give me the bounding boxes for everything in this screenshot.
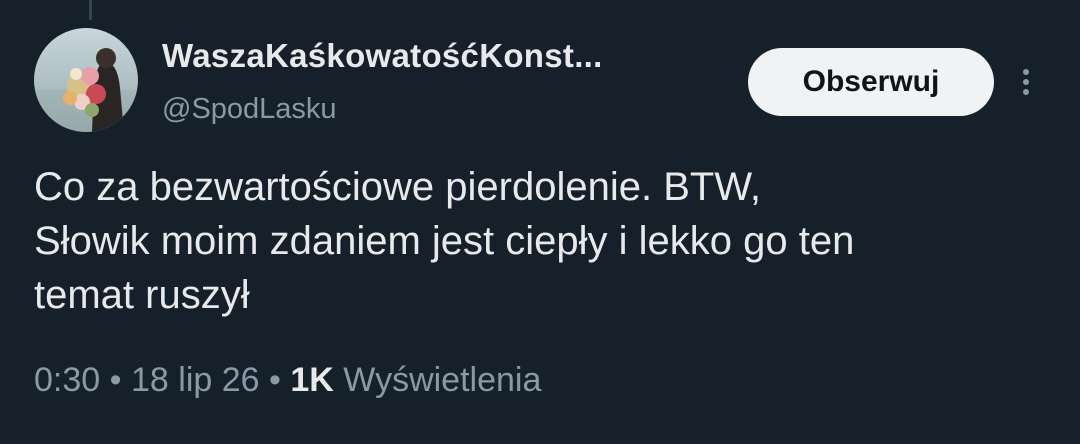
follow-button[interactable]: Obserwuj bbox=[748, 48, 994, 116]
views-count[interactable]: 1K bbox=[290, 361, 333, 399]
tweet-text-line: Co za bezwartościowe pierdolenie. BTW, bbox=[34, 165, 761, 209]
avatar-image bbox=[34, 28, 138, 132]
tweet-text-line: Słowik moim zdaniem jest ciepły i lekko … bbox=[34, 219, 855, 263]
avatar[interactable] bbox=[34, 28, 138, 132]
display-name[interactable]: WaszaKaśkowatośćKonst... bbox=[162, 36, 603, 76]
tweet-date[interactable]: 18 lip 26 bbox=[131, 361, 260, 399]
tweet-time[interactable]: 0:30 bbox=[34, 361, 100, 399]
tweet-text-line: temat ruszył bbox=[34, 273, 250, 317]
thread-connector-line bbox=[89, 0, 92, 20]
tweet-meta: 0:30 • 18 lip 26 • 1K Wyświetlenia bbox=[34, 358, 541, 402]
meta-separator: • bbox=[109, 361, 122, 399]
user-handle[interactable]: @SpodLasku bbox=[162, 92, 603, 126]
tweet-author: WaszaKaśkowatośćKonst... @SpodLasku bbox=[162, 36, 603, 126]
views-label[interactable]: Wyświetlenia bbox=[343, 361, 541, 399]
tweet-text: Co za bezwartościowe pierdolenie. BTW, S… bbox=[34, 160, 1044, 322]
meta-separator: • bbox=[269, 361, 281, 399]
more-vertical-icon[interactable] bbox=[1014, 64, 1038, 100]
